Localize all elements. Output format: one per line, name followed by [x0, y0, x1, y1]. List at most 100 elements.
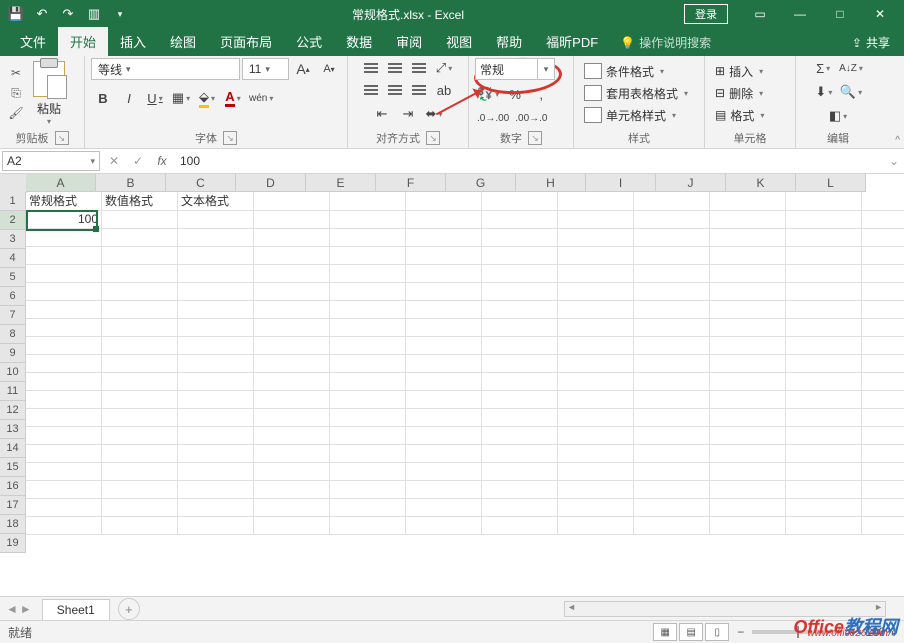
cell[interactable]	[634, 408, 710, 427]
name-box[interactable]: A2▾	[2, 151, 100, 171]
cell[interactable]	[254, 372, 330, 391]
percent-button[interactable]: %	[503, 84, 527, 104]
cell[interactable]	[558, 300, 634, 319]
cell-grid[interactable]: 常规格式 数值格式 文本格式 100	[26, 192, 904, 534]
row-header[interactable]: 11	[0, 382, 26, 401]
align-middle[interactable]	[384, 58, 406, 78]
cell[interactable]	[102, 408, 178, 427]
cell[interactable]	[102, 318, 178, 337]
collapse-ribbon-icon[interactable]: ^	[895, 135, 900, 146]
cell[interactable]	[406, 300, 482, 319]
cell[interactable]	[634, 480, 710, 499]
fill-button[interactable]: ⬇	[812, 82, 836, 102]
cell[interactable]	[558, 480, 634, 499]
cell[interactable]	[178, 228, 254, 247]
cell[interactable]	[330, 498, 406, 517]
cell[interactable]	[330, 246, 406, 265]
cell[interactable]	[482, 462, 558, 481]
cut-icon[interactable]: ✂	[6, 64, 26, 82]
cell[interactable]	[634, 462, 710, 481]
cell[interactable]	[786, 498, 862, 517]
format-cells-button[interactable]: ▤格式▾	[711, 105, 768, 125]
tab-formulas[interactable]: 公式	[284, 27, 334, 56]
tab-data[interactable]: 数据	[334, 27, 384, 56]
cell[interactable]	[786, 462, 862, 481]
row-header[interactable]: 10	[0, 363, 26, 382]
sort-filter-button[interactable]: A↓Z	[837, 58, 865, 78]
cell[interactable]	[558, 426, 634, 445]
col-header[interactable]: E	[306, 174, 376, 192]
tab-view[interactable]: 视图	[434, 27, 484, 56]
cell[interactable]	[558, 336, 634, 355]
cell[interactable]	[634, 210, 710, 229]
col-header[interactable]: D	[236, 174, 306, 192]
cell[interactable]	[406, 426, 482, 445]
number-format-combo[interactable]: 常规▾	[475, 58, 555, 80]
cell[interactable]	[406, 282, 482, 301]
insert-cells-button[interactable]: ⊞插入▾	[711, 61, 768, 81]
page-layout-view-icon[interactable]: ▤	[679, 623, 703, 641]
cell[interactable]	[558, 390, 634, 409]
merge-button[interactable]: ⬌	[422, 104, 446, 124]
cell[interactable]	[862, 318, 904, 337]
cell[interactable]	[482, 246, 558, 265]
cell[interactable]	[862, 300, 904, 319]
cell[interactable]	[862, 498, 904, 517]
col-header[interactable]: A	[26, 174, 96, 192]
comma-button[interactable]: ,	[529, 84, 553, 104]
cell[interactable]	[26, 408, 102, 427]
cell[interactable]: 数值格式	[102, 192, 178, 211]
cell[interactable]	[102, 228, 178, 247]
qat-item-icon[interactable]: ▥	[82, 2, 106, 26]
cell[interactable]	[862, 372, 904, 391]
cell[interactable]	[558, 264, 634, 283]
cell[interactable]	[634, 300, 710, 319]
cell[interactable]	[102, 336, 178, 355]
cell[interactable]	[482, 426, 558, 445]
cell[interactable]	[862, 408, 904, 427]
cell[interactable]	[786, 390, 862, 409]
cell[interactable]	[482, 354, 558, 373]
cell[interactable]	[102, 390, 178, 409]
cell[interactable]	[406, 408, 482, 427]
page-break-view-icon[interactable]: ▯	[705, 623, 729, 641]
cell[interactable]	[558, 408, 634, 427]
save-icon[interactable]: 💾	[4, 2, 28, 26]
cell[interactable]	[26, 282, 102, 301]
cell[interactable]	[710, 228, 786, 247]
cell[interactable]	[330, 462, 406, 481]
delete-cells-button[interactable]: ⊟删除▾	[711, 83, 768, 103]
row-header[interactable]: 18	[0, 515, 26, 534]
minimize-icon[interactable]: —	[780, 0, 820, 28]
cell[interactable]	[710, 408, 786, 427]
indent-decrease[interactable]: ⇤	[370, 104, 394, 124]
cell[interactable]	[786, 318, 862, 337]
cell[interactable]	[710, 210, 786, 229]
cell[interactable]	[102, 498, 178, 517]
cell[interactable]	[786, 444, 862, 463]
cell[interactable]	[710, 516, 786, 535]
cell[interactable]	[558, 444, 634, 463]
row-header[interactable]: 13	[0, 420, 26, 439]
cell[interactable]	[26, 264, 102, 283]
cell[interactable]	[406, 318, 482, 337]
cell[interactable]	[26, 336, 102, 355]
cell[interactable]	[178, 372, 254, 391]
cell[interactable]	[102, 462, 178, 481]
cell[interactable]	[330, 300, 406, 319]
cell[interactable]	[254, 246, 330, 265]
cell[interactable]	[406, 264, 482, 283]
cell[interactable]	[178, 318, 254, 337]
tab-layout[interactable]: 页面布局	[208, 27, 284, 56]
cell[interactable]	[634, 282, 710, 301]
cell[interactable]	[558, 282, 634, 301]
cell[interactable]	[710, 300, 786, 319]
cell[interactable]	[330, 318, 406, 337]
cell[interactable]	[862, 516, 904, 535]
cell[interactable]	[254, 228, 330, 247]
redo-icon[interactable]: ↷	[56, 2, 80, 26]
cell[interactable]	[102, 480, 178, 499]
row-header[interactable]: 9	[0, 344, 26, 363]
row-header[interactable]: 1	[0, 192, 26, 211]
zoom-level[interactable]: 100%	[865, 625, 896, 639]
